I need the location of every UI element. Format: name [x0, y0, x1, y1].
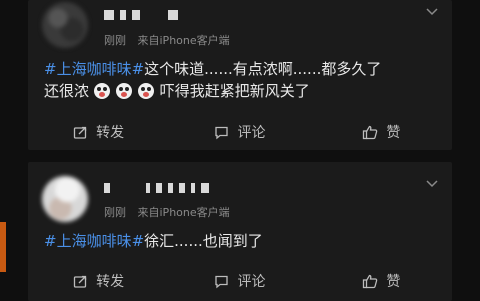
- post-text-body: 徐汇......也闻到了: [144, 232, 263, 250]
- background-accent: [0, 222, 6, 272]
- avatar[interactable]: [42, 176, 88, 222]
- comment-icon: [215, 126, 229, 139]
- like-label: 赞: [386, 125, 401, 141]
- like-button[interactable]: 赞: [311, 269, 452, 293]
- avatar[interactable]: [42, 2, 88, 48]
- post-source: 来自iPhone客户端: [137, 34, 230, 47]
- repost-label: 转发: [96, 274, 125, 290]
- chevron-down-icon[interactable]: [426, 8, 438, 16]
- comment-button[interactable]: 评论: [169, 120, 310, 144]
- like-icon: [363, 274, 378, 288]
- post-card: 刚刚 来自iPhone客户端 #上海咖啡味#这个味道......有点浓啊....…: [28, 0, 452, 150]
- username-blurred[interactable]: [104, 10, 178, 20]
- topic-link[interactable]: #上海咖啡味#: [44, 232, 144, 250]
- topic-link[interactable]: #上海咖啡味#: [44, 60, 144, 78]
- repost-label: 转发: [96, 125, 125, 141]
- action-bar: 转发 评论 赞: [28, 120, 452, 144]
- post-time: 刚刚: [104, 206, 126, 219]
- post-text-line2-prefix: 还很浓: [44, 82, 90, 100]
- weibo-feed: 刚刚 来自iPhone客户端 #上海咖啡味#这个味道......有点浓啊....…: [0, 0, 480, 301]
- like-label: 赞: [386, 274, 401, 290]
- repost-icon: [74, 126, 87, 139]
- repost-button[interactable]: 转发: [28, 120, 169, 144]
- post-time: 刚刚: [104, 34, 126, 47]
- post-meta: 刚刚 来自iPhone客户端: [104, 204, 230, 220]
- crying-emoji-icon: [93, 83, 110, 99]
- post-text-line1: 这个味道......有点浓啊......都多久了: [144, 60, 382, 78]
- like-icon: [363, 125, 378, 139]
- repost-icon: [74, 275, 87, 288]
- comment-label: 评论: [237, 274, 266, 290]
- repost-button[interactable]: 转发: [28, 269, 169, 293]
- comment-label: 评论: [237, 125, 266, 141]
- action-bar: 转发 评论 赞: [28, 269, 452, 293]
- crying-emoji-icon: [137, 83, 154, 99]
- post-text: #上海咖啡味#这个味道......有点浓啊......都多久了 还很浓 吓得我赶…: [44, 58, 442, 102]
- username-blurred[interactable]: [104, 183, 209, 193]
- post-source: 来自iPhone客户端: [137, 206, 230, 219]
- crying-emoji-icon: [115, 83, 132, 99]
- post-card: 刚刚 来自iPhone客户端 #上海咖啡味#徐汇......也闻到了 转发 评论: [28, 162, 452, 301]
- chevron-down-icon[interactable]: [426, 180, 438, 188]
- comment-button[interactable]: 评论: [169, 269, 310, 293]
- post-text-line2-suffix: 吓得我赶紧把新风关了: [159, 82, 310, 100]
- like-button[interactable]: 赞: [311, 120, 452, 144]
- comment-icon: [215, 275, 229, 288]
- post-text: #上海咖啡味#徐汇......也闻到了: [44, 230, 442, 252]
- post-meta: 刚刚 来自iPhone客户端: [104, 32, 230, 48]
